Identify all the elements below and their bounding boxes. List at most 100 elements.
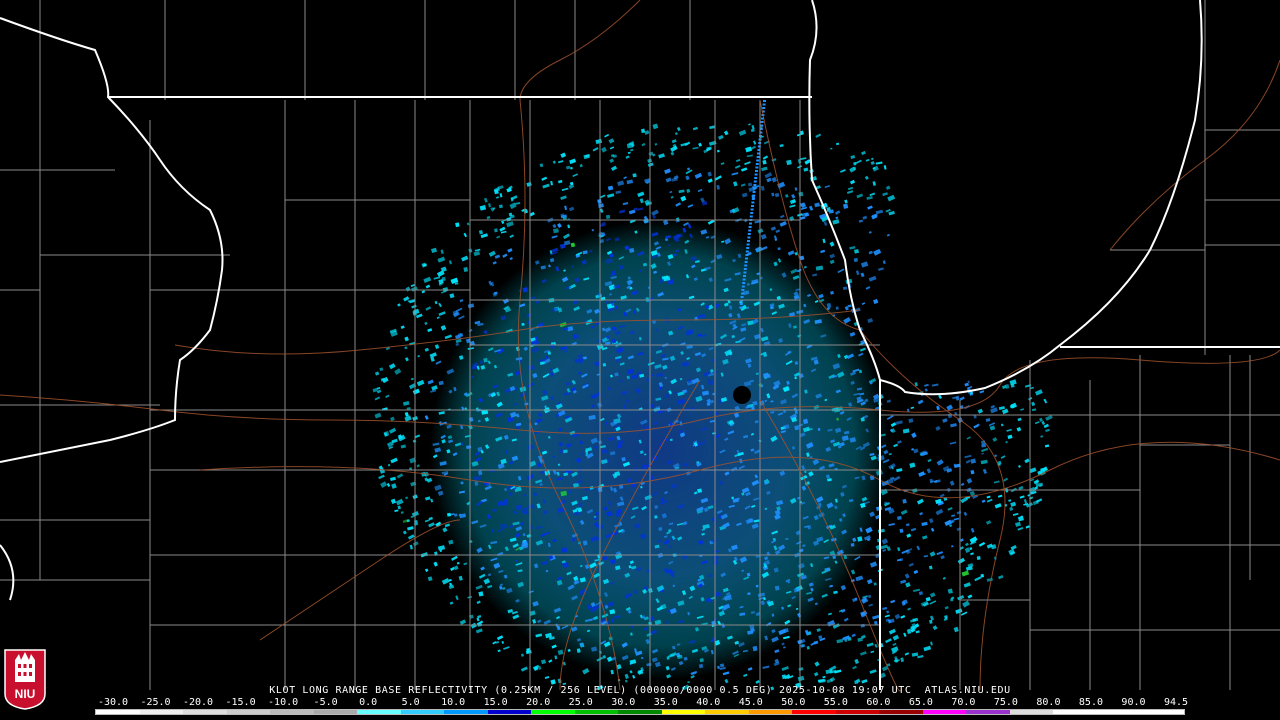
echo-cell: [697, 488, 703, 493]
echo-streak: [760, 124, 764, 127]
echo-cell: [698, 663, 704, 669]
echo-streak: [753, 184, 757, 186]
echo-streak: [745, 250, 749, 253]
colorbar-label: -25.0: [140, 697, 171, 708]
echo-streak: [739, 303, 743, 305]
echo-streak: [743, 275, 746, 277]
colorbar-label: 94.5: [1163, 697, 1189, 708]
echo-cell: [537, 412, 541, 416]
colorbar-label: -10.0: [268, 697, 299, 708]
echo-streak: [762, 103, 766, 106]
colorbar-label: -5.0: [313, 697, 338, 708]
colorbar-label: -15.0: [225, 697, 256, 708]
echo-cell: [576, 648, 581, 653]
echo-cell: [597, 199, 602, 204]
echo-cell: [621, 457, 626, 462]
echo-cell: [843, 555, 848, 560]
colorbar-segment: [183, 710, 227, 714]
echo-cell: [474, 481, 479, 486]
colorbar-segment: [1140, 710, 1184, 714]
product-caption: KLOT LONG RANGE BASE REFLECTIVITY (0.25K…: [269, 685, 1011, 696]
colorbar-segment: [574, 710, 619, 714]
echo-streak: [750, 208, 754, 211]
echo-streak: [741, 285, 745, 288]
echo-cell: [591, 228, 595, 232]
colorbar-segment: [835, 710, 880, 714]
echo-streak: [755, 166, 759, 169]
echo-streak: [751, 198, 755, 200]
echo-streak: [747, 240, 750, 242]
colorbar-segment: [96, 710, 140, 714]
echo-streak: [755, 163, 759, 165]
echo-streak: [744, 264, 748, 267]
echo-cell: [654, 515, 658, 519]
colorbar-segment: [444, 710, 488, 714]
echo-cell: [857, 536, 863, 542]
echo-streak: [748, 229, 752, 232]
echo-streak: [739, 306, 743, 309]
colorbar-segment: [748, 710, 793, 714]
echo-cell: [746, 572, 751, 577]
echo-cell: [853, 257, 858, 263]
echo-streak: [755, 170, 758, 172]
echo-streak: [753, 187, 756, 190]
colorbar-segment: [1096, 710, 1141, 714]
colorbar-label: 15.0: [483, 697, 508, 708]
echo-cell: [950, 598, 954, 602]
echo-streak: [751, 205, 754, 207]
colorbar-segment: [487, 710, 532, 714]
colorbar-segment: [357, 710, 401, 714]
colorbar-segment: [531, 710, 575, 714]
echo-streak: [749, 222, 752, 225]
echo-streak: [763, 100, 766, 102]
colorbar-segment: [705, 710, 749, 714]
echo-streak: [747, 233, 751, 235]
echo-streak: [754, 173, 758, 176]
echo-streak: [745, 254, 749, 256]
niu-logo: NIU: [4, 649, 46, 710]
echo-cell: [387, 463, 391, 467]
colorbar-label: 5.0: [401, 697, 420, 708]
echo-cell: [632, 173, 637, 178]
echo-streak: [740, 296, 744, 298]
colorbar-labels: -30.0 -25.0 -20.0 -15.0 -10.0 -5.0 0.0 5.0 10.0 1…: [0, 697, 1280, 709]
echo-cell: [850, 542, 855, 547]
colorbar-segment: [966, 710, 1010, 714]
colorbar-segment: [879, 710, 923, 714]
echo-streak: [752, 194, 756, 197]
echo-streak: [762, 107, 766, 109]
echo-streak: [756, 159, 760, 162]
echo-streak: [751, 201, 755, 204]
echo-cell: [868, 594, 872, 599]
colorbar-segment: [661, 710, 706, 714]
colorbar-label: 85.0: [1078, 697, 1103, 708]
echo-streak: [745, 257, 748, 260]
echo-streak: [746, 243, 750, 246]
echo-streak: [742, 282, 746, 284]
colorbar-segment: [139, 710, 184, 714]
colorbar-label: 60.0: [866, 697, 891, 708]
echo-streak: [747, 236, 751, 239]
echo-streak: [748, 226, 752, 228]
echo-streak: [750, 212, 754, 214]
echo-cell: [605, 214, 611, 220]
colorbar-segment: [922, 710, 967, 714]
colorbar-label: 90.0: [1121, 697, 1146, 708]
echo-cell: [602, 362, 607, 367]
colorbar-segment: [270, 710, 314, 714]
colorbar-label: 35.0: [653, 697, 678, 708]
colorbar-segment: [226, 710, 271, 714]
echo-cell: [687, 167, 691, 171]
colorbar-label: -30.0: [97, 697, 129, 708]
echo-cell: [980, 573, 985, 578]
echo-cell: [769, 288, 773, 291]
echo-streak: [743, 268, 747, 270]
colorbar-segment: [618, 710, 662, 714]
colorbar-segment: [792, 710, 836, 714]
echo-streak: [744, 261, 748, 263]
colorbar-segment: [1009, 710, 1054, 714]
echo-streak: [741, 292, 744, 295]
colorbar-label: 20.0: [526, 697, 551, 708]
echo-cell: [1010, 383, 1015, 388]
colorbar-label: 50.0: [781, 697, 806, 708]
